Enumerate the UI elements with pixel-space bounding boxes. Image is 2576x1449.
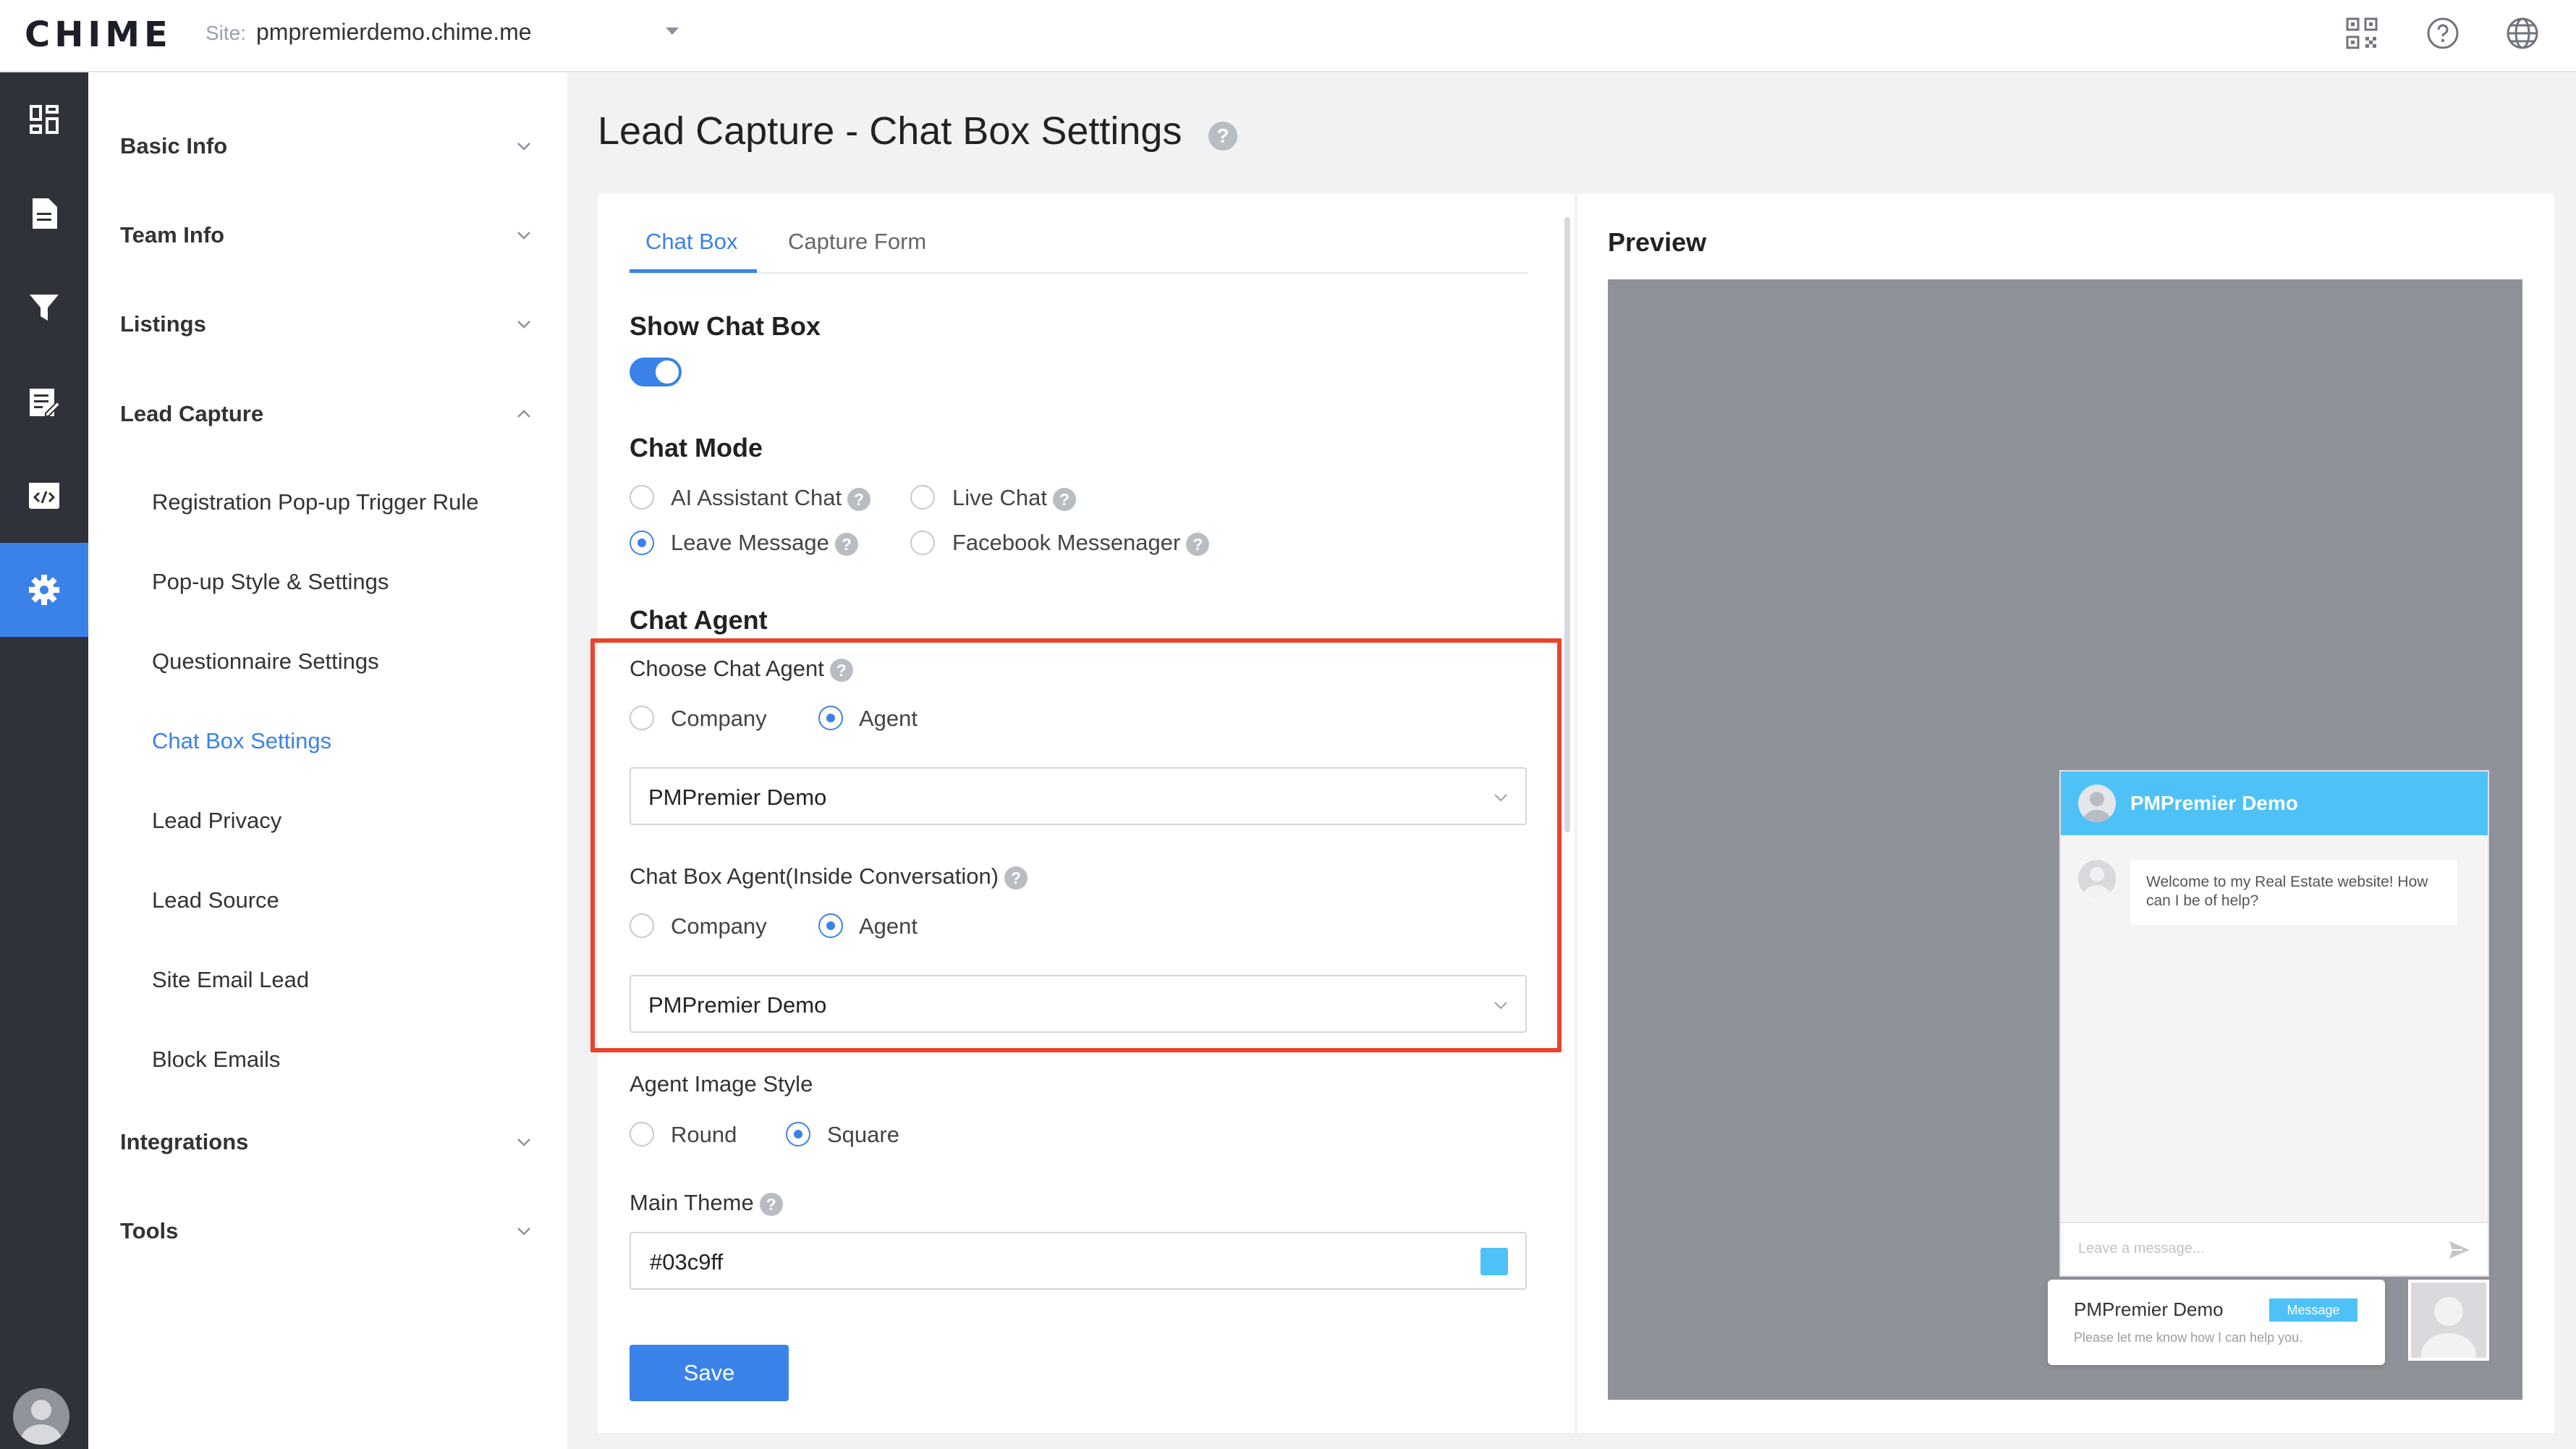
chime-logo[interactable]: CHIME xyxy=(25,14,172,55)
chat-mode-title: Chat Mode xyxy=(630,433,763,462)
main-theme-label: Main Theme? xyxy=(630,1190,783,1216)
radio-label-round: Round xyxy=(671,1122,737,1147)
chat-window-preview: PMPremier Demo Welcome to my Real Estate… xyxy=(2059,770,2489,1277)
dashboard-icon xyxy=(30,105,59,134)
radio-ai-assistant-chat[interactable] xyxy=(630,485,654,510)
help-icon[interactable]: ? xyxy=(847,487,871,511)
sidebar-item-block-emails[interactable]: Block Emails xyxy=(152,1047,280,1073)
chevron-down-icon[interactable] xyxy=(515,1222,533,1240)
rail-edit-list[interactable] xyxy=(0,355,88,449)
sidebar-item-lead-privacy[interactable]: Lead Privacy xyxy=(152,808,281,834)
sidebar-item-lead-source[interactable]: Lead Source xyxy=(152,887,279,913)
message-avatar xyxy=(2078,860,2116,897)
chat-header-avatar xyxy=(2078,785,2116,822)
radio-image-square[interactable] xyxy=(786,1122,810,1146)
chevron-down-icon[interactable] xyxy=(515,1133,533,1151)
chevron-down-icon[interactable] xyxy=(515,227,533,244)
main-theme-input[interactable]: #03c9ff xyxy=(630,1232,1527,1290)
radio-label-square: Square xyxy=(827,1122,899,1147)
chat-agent-title: Chat Agent xyxy=(630,605,768,635)
welcome-message: Welcome to my Real Estate website! How c… xyxy=(2130,860,2457,925)
tab-divider xyxy=(630,272,1528,274)
radio-label-facebook-messenger: Facebook Messenager? xyxy=(952,530,1210,556)
toggle-knob xyxy=(656,360,679,384)
radio-live-chat[interactable] xyxy=(910,485,935,510)
sidebar-item-site-email-lead[interactable]: Site Email Lead xyxy=(152,967,309,993)
chat-header: PMPremier Demo xyxy=(2061,772,2488,835)
settings-sidebar: Basic Info Team Info Listings Lead Captu… xyxy=(88,72,567,1449)
chat-message-input[interactable]: Leave a message... xyxy=(2061,1222,2488,1275)
sidebar-group-integrations[interactable]: Integrations xyxy=(120,1129,248,1155)
icon-rail xyxy=(0,72,88,1449)
chevron-down-icon[interactable] xyxy=(515,316,533,333)
gear-icon xyxy=(29,575,59,605)
document-icon xyxy=(33,198,57,229)
send-icon[interactable] xyxy=(2447,1238,2472,1262)
site-selector[interactable]: pmpremierdemo.chime.me xyxy=(256,19,532,46)
sidebar-group-lead-capture[interactable]: Lead Capture xyxy=(120,401,263,427)
chevron-up-icon[interactable] xyxy=(515,405,533,423)
top-bar: CHIME Site: pmpremierdemo.chime.me xyxy=(0,0,2576,72)
radio-leave-message[interactable] xyxy=(630,531,654,555)
page-title: Lead Capture - Chat Box Settings xyxy=(598,109,1182,153)
help-icon[interactable]: ? xyxy=(759,1192,783,1216)
site-label: Site: xyxy=(206,22,247,44)
agent-image-style-label: Agent Image Style xyxy=(630,1071,813,1097)
site-caret-icon[interactable] xyxy=(666,28,679,35)
sidebar-item-chat-box-settings[interactable]: Chat Box Settings xyxy=(152,728,331,754)
radio-label-live-chat: Live Chat? xyxy=(952,485,1076,511)
rail-code[interactable] xyxy=(0,449,88,543)
sidebar-group-listings[interactable]: Listings xyxy=(120,311,206,337)
rail-dashboard[interactable] xyxy=(0,72,88,166)
active-tab-indicator xyxy=(630,269,757,273)
tab-chat-box[interactable]: Chat Box xyxy=(645,229,738,255)
settings-scrollbar[interactable] xyxy=(1564,217,1570,832)
main-theme-value: #03c9ff xyxy=(650,1249,724,1275)
preview-title: Preview xyxy=(1608,227,1707,257)
help-icon[interactable]: ? xyxy=(1186,532,1210,556)
radio-facebook-messenger[interactable] xyxy=(910,531,935,555)
sidebar-item-registration-popup[interactable]: Registration Pop-up Trigger Rule xyxy=(152,489,478,515)
chat-launcher-card[interactable]: PMPremier Demo Message Please let me kno… xyxy=(2048,1280,2385,1365)
help-circle-icon[interactable] xyxy=(2425,16,2460,51)
radio-image-round[interactable] xyxy=(630,1122,654,1146)
chat-header-name: PMPremier Demo xyxy=(2130,792,2298,814)
theme-color-swatch[interactable] xyxy=(1480,1248,1508,1275)
code-icon xyxy=(29,483,59,509)
sidebar-group-tools[interactable]: Tools xyxy=(120,1218,178,1244)
rail-documents[interactable] xyxy=(0,166,88,261)
launcher-agent-name: PMPremier Demo xyxy=(2074,1298,2224,1320)
help-icon[interactable]: ? xyxy=(1052,487,1076,511)
filter-icon xyxy=(30,295,59,321)
tab-capture-form[interactable]: Capture Form xyxy=(788,229,926,255)
globe-icon[interactable] xyxy=(2505,16,2540,51)
chat-agent-highlight-box xyxy=(590,638,1562,1052)
rail-settings[interactable] xyxy=(0,543,88,637)
launcher-subtitle: Please let me know how I can help you. xyxy=(2074,1330,2303,1345)
chevron-down-icon[interactable] xyxy=(515,138,533,155)
title-help-icon[interactable]: ? xyxy=(1208,122,1237,151)
user-avatar-icon xyxy=(2083,867,2111,897)
user-avatar-icon xyxy=(2083,792,2111,822)
user-avatar-icon xyxy=(21,1400,62,1445)
sidebar-group-basic-info[interactable]: Basic Info xyxy=(120,133,227,159)
show-chat-box-toggle[interactable] xyxy=(630,358,682,386)
sidebar-group-team-info[interactable]: Team Info xyxy=(120,222,224,248)
user-avatar[interactable] xyxy=(13,1388,69,1445)
rail-filter[interactable] xyxy=(0,261,88,355)
sidebar-item-questionnaire[interactable]: Questionnaire Settings xyxy=(152,649,379,675)
radio-label-leave-message: Leave Message? xyxy=(671,530,858,556)
message-badge[interactable]: Message xyxy=(2269,1298,2357,1322)
sidebar-item-popup-style[interactable]: Pop-up Style & Settings xyxy=(152,569,389,595)
radio-label-ai-assistant: AI Assistant Chat? xyxy=(671,485,871,511)
help-icon[interactable]: ? xyxy=(834,532,858,556)
save-button[interactable]: Save xyxy=(630,1345,789,1401)
edit-list-icon xyxy=(30,389,60,417)
qr-code-icon[interactable] xyxy=(2344,16,2379,51)
launcher-agent-avatar[interactable] xyxy=(2408,1280,2489,1361)
user-avatar-icon xyxy=(2421,1297,2476,1358)
show-chat-box-title: Show Chat Box xyxy=(630,311,821,341)
chat-input-placeholder: Leave a message... xyxy=(2078,1241,2205,1256)
